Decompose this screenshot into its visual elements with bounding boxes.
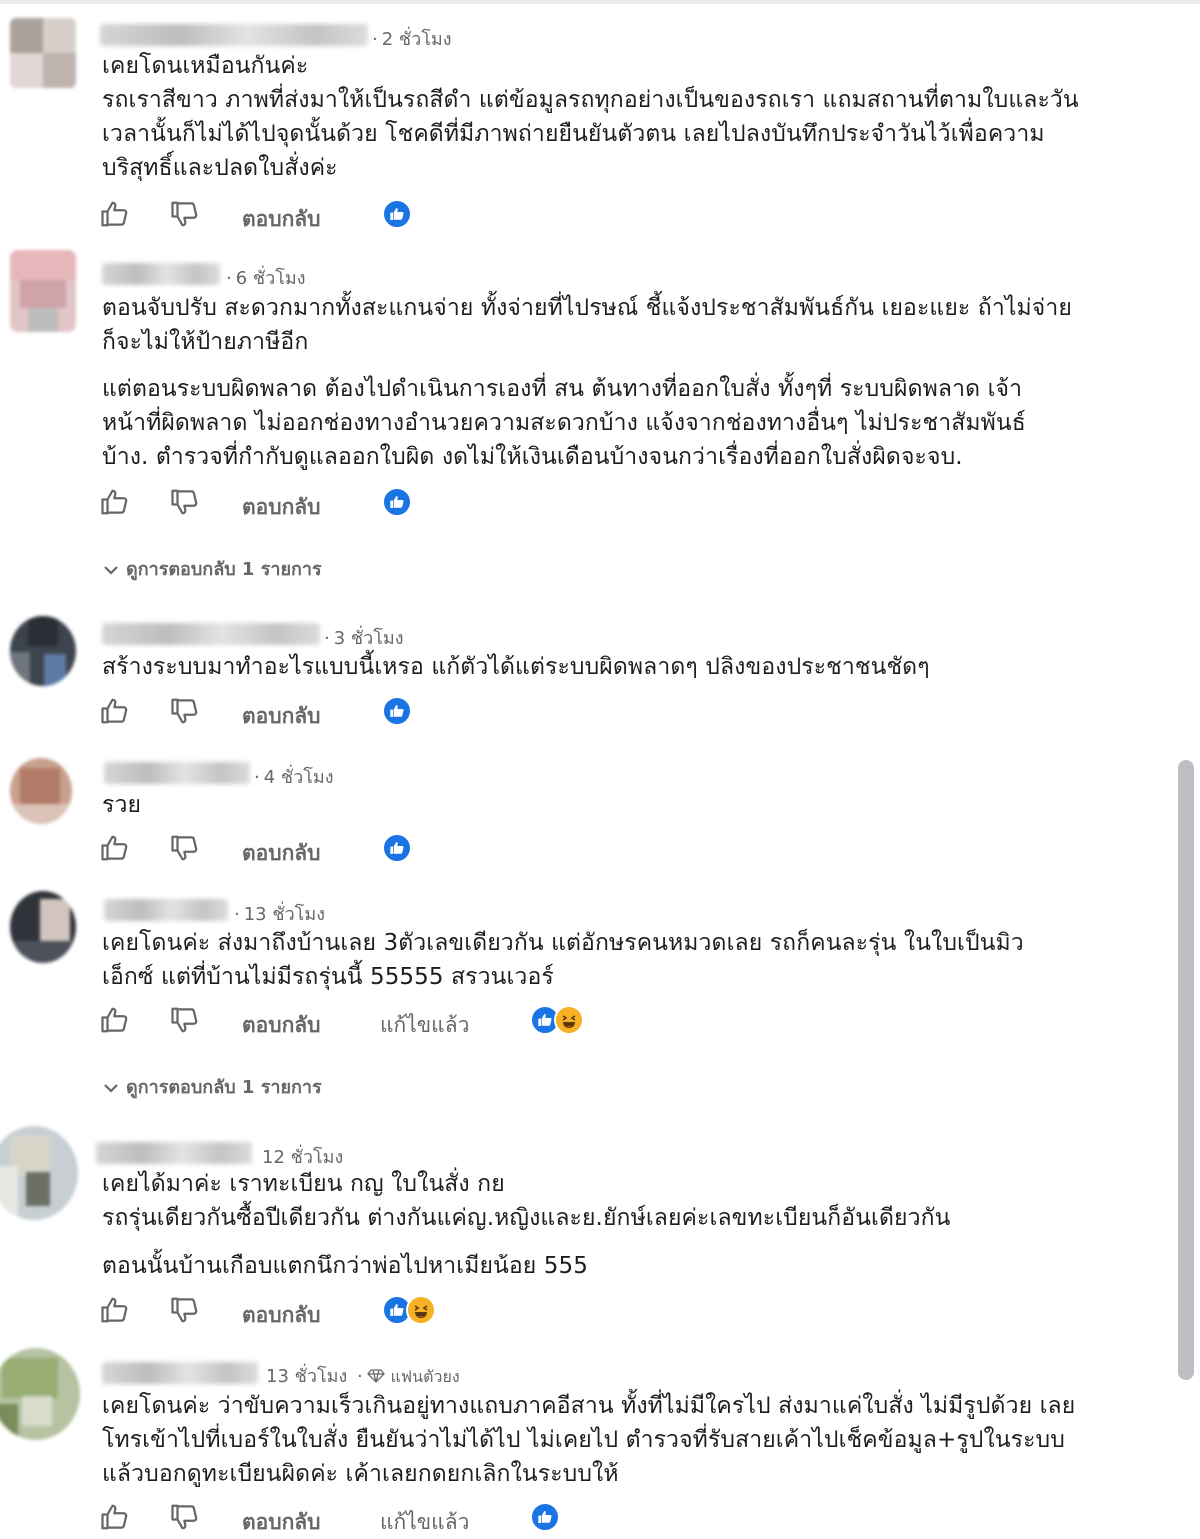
commenter-name[interactable] — [104, 899, 228, 921]
comment-meta: · 6 ชั่วโมง — [226, 268, 306, 289]
avatar[interactable] — [10, 891, 76, 963]
haha-reaction-icon[interactable] — [406, 1295, 436, 1325]
comment-meta: · 3 ชั่วโมง — [324, 628, 404, 649]
view-replies-link[interactable]: ดูการตอบกลับ 1 รายการ — [104, 554, 322, 583]
commenter-name[interactable] — [100, 24, 368, 46]
comment-text: เคยได้มาค่ะ เราทะเบียน กญ ใบในสั่ง กย รถ… — [102, 1171, 951, 1231]
avatar[interactable] — [10, 250, 76, 332]
comment-time[interactable]: 2 ชั่วโมง — [382, 29, 452, 50]
commenter-name[interactable] — [102, 263, 220, 285]
comment: · 4 ชั่วโมง รวย ตอบกลับ — [0, 740, 1160, 875]
chevron-down-icon — [104, 559, 126, 580]
comment-meta: · 13 ชั่วโมง — [234, 904, 326, 925]
thumbs-up-outline-icon[interactable] — [100, 696, 130, 726]
comment-text: ตอนจับปรับ สะดวกมากทั้งสะแกนจ่าย ทั้งจ่า… — [102, 295, 1072, 355]
reply-button[interactable]: ตอบกลับ — [242, 203, 321, 236]
thumbs-down-outline-icon[interactable] — [170, 833, 200, 863]
thumbs-down-outline-icon[interactable] — [170, 1005, 200, 1035]
haha-reaction-icon[interactable] — [554, 1005, 584, 1035]
reply-button[interactable]: ตอบกลับ — [242, 1299, 321, 1332]
comment: · 13 ชั่วโมง เคยโดนค่ะ ส่งมาถึงบ้านเลย 3ต… — [0, 875, 1160, 1100]
comment-time[interactable]: 13 ชั่วโมง — [266, 1366, 347, 1387]
scrollbar[interactable] — [1178, 760, 1194, 1380]
diamond-icon — [366, 1366, 385, 1387]
comment: · 3 ชั่วโมง สร้างระบบมาทำอะไรแบบนี้เหรอ แ… — [0, 600, 1160, 740]
thumbs-down-outline-icon[interactable] — [170, 1295, 200, 1325]
comment-meta: 13 ชั่วโมง · แฟนตัวยง — [266, 1366, 460, 1387]
commenter-name[interactable] — [96, 1142, 252, 1164]
avatar[interactable] — [10, 18, 76, 88]
comment-text: เคยโดนเหมือนกันค่ะ รถเราสีขาว ภาพที่ส่งม… — [102, 53, 1079, 181]
thumbs-down-outline-icon[interactable] — [170, 487, 200, 517]
thumbs-up-outline-icon[interactable] — [100, 833, 130, 863]
thumbs-down-outline-icon[interactable] — [170, 1502, 200, 1532]
scrollbar-thumb[interactable] — [1178, 760, 1194, 1380]
comment-time[interactable]: 4 ชั่วโมง — [264, 767, 334, 788]
thumbs-up-outline-icon[interactable] — [100, 487, 130, 517]
comment-text: เคยโดนค่ะ ส่งมาถึงบ้านเลย 3ตัวเลขเดียวกั… — [102, 930, 1024, 990]
comment-time[interactable]: 6 ชั่วโมง — [236, 268, 306, 289]
top-fan-badge: แฟนตัวยง — [390, 1367, 460, 1386]
view-replies-label: ดูการตอบกลับ 1 รายการ — [126, 559, 322, 580]
avatar[interactable] — [0, 1126, 78, 1220]
comment-actions: ตอบกลับ แก้ไขแล้ว — [100, 1005, 600, 1037]
comment: · 2 ชั่วโมง เคยโดนเหมือนกันค่ะ รถเราสีขาว… — [0, 0, 1160, 240]
comment-actions: ตอบกลับ — [100, 696, 460, 728]
edited-label: แก้ไขแล้ว — [380, 1013, 470, 1037]
like-reaction-icon[interactable] — [382, 199, 412, 229]
thumbs-up-outline-icon[interactable] — [100, 1295, 130, 1325]
avatar[interactable] — [10, 616, 76, 686]
reply-button[interactable]: ตอบกลับ — [242, 1506, 321, 1539]
comment-text: เคยโดนค่ะ ว่าขับความเร็วเกินอยู่ทางแถบภา… — [102, 1393, 1076, 1487]
like-reaction-icon[interactable] — [530, 1502, 560, 1532]
reply-button[interactable]: ตอบกลับ — [242, 700, 321, 733]
avatar[interactable] — [0, 1348, 80, 1440]
comment-actions: ตอบกลับ — [100, 833, 460, 865]
comment-actions: ตอบกลับ — [100, 487, 460, 519]
reply-button[interactable]: ตอบกลับ — [242, 837, 321, 870]
comment-text-paragraph: ตอนนั้นบ้านเกือบแตกนึกว่าพ่อไปหาเมียน้อย… — [102, 1253, 588, 1279]
reply-button[interactable]: ตอบกลับ — [242, 1009, 321, 1042]
comment-actions: ตอบกลับ แก้ไขแล้ว — [100, 1502, 600, 1534]
thumbs-down-outline-icon[interactable] — [170, 199, 200, 229]
comment-text-paragraph: แต่ตอนระบบผิดพลาด ต้องไปดำเนินการเองที่ … — [102, 376, 1026, 470]
comment: 12 ชั่วโมง เคยได้มาค่ะ เราทะเบียน กญ ใบใ… — [0, 1120, 1160, 1340]
commenter-name[interactable] — [104, 762, 250, 784]
thumbs-up-outline-icon[interactable] — [100, 1005, 130, 1035]
comment-time[interactable]: 13 ชั่วโมง — [244, 904, 325, 925]
like-reaction-icon[interactable] — [382, 487, 412, 517]
comment-actions: ตอบกลับ — [100, 199, 460, 231]
chevron-down-icon — [104, 1077, 126, 1098]
edited-label: แก้ไขแล้ว — [380, 1510, 470, 1534]
comment-text: รวย — [102, 792, 142, 818]
comment-meta: · 4 ชั่วโมง — [254, 767, 334, 788]
comment-time[interactable]: 3 ชั่วโมง — [334, 628, 404, 649]
thumbs-up-outline-icon[interactable] — [100, 1502, 130, 1532]
comment-text: สร้างระบบมาทำอะไรแบบนี้เหรอ แก้ตัวได้แต่… — [102, 654, 930, 680]
avatar[interactable] — [10, 758, 72, 824]
comment-time[interactable]: 12 ชั่วโมง — [262, 1147, 343, 1168]
like-reaction-icon[interactable] — [382, 696, 412, 726]
view-replies-label: ดูการตอบกลับ 1 รายการ — [126, 1077, 322, 1098]
like-reaction-icon[interactable] — [382, 833, 412, 863]
thumbs-up-outline-icon[interactable] — [100, 199, 130, 229]
commenter-name[interactable] — [102, 623, 320, 645]
comment: · 6 ชั่วโมง ตอนจับปรับ สะดวกมากทั้งสะแกนจ… — [0, 240, 1160, 590]
reply-button[interactable]: ตอบกลับ — [242, 491, 321, 524]
thumbs-down-outline-icon[interactable] — [170, 696, 200, 726]
comment-actions: ตอบกลับ — [100, 1295, 460, 1327]
comment: 13 ชั่วโมง · แฟนตัวยง เคยโดนค่ะ ว่าขับคว… — [0, 1340, 1160, 1534]
commenter-name[interactable] — [102, 1362, 258, 1384]
view-replies-link[interactable]: ดูการตอบกลับ 1 รายการ — [104, 1072, 322, 1101]
